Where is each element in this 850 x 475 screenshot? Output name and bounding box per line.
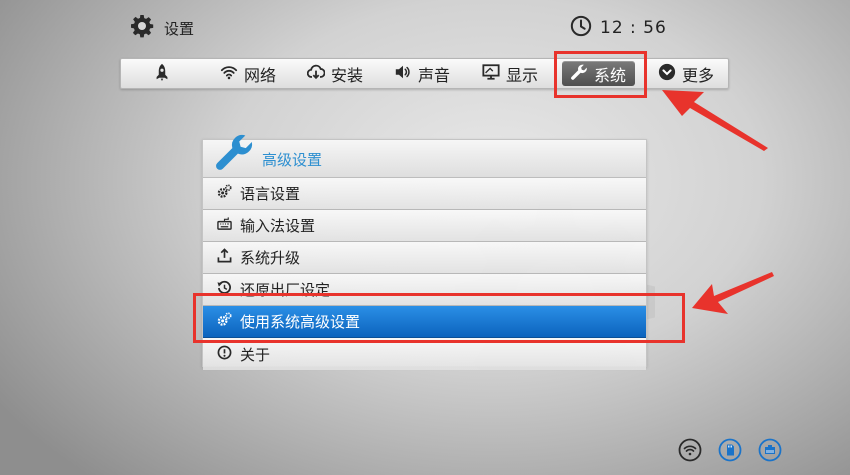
- panel-title: 高级设置: [262, 151, 323, 169]
- menu-item-language[interactable]: 语言设置: [203, 178, 646, 210]
- page-title: 设置: [164, 19, 195, 38]
- ethernet-icon: [758, 438, 782, 462]
- menu-item-factory-reset[interactable]: 还原出厂设定: [203, 274, 646, 306]
- menu-item-system-upgrade[interactable]: 系统升级: [203, 242, 646, 274]
- nav-item-network[interactable]: 网络: [220, 59, 276, 88]
- nav-item-label: 安装: [331, 65, 364, 85]
- wrench-icon: [570, 63, 588, 85]
- gear-icon: [130, 14, 154, 42]
- speaker-icon: [394, 63, 412, 85]
- cloud-download-icon: [306, 63, 326, 85]
- nav-item-sound[interactable]: 声音: [394, 59, 450, 88]
- wrench-icon: [213, 132, 255, 174]
- nav-item-label: 显示: [506, 65, 539, 85]
- menu-item-label: 输入法设置: [240, 217, 316, 235]
- wifi-icon: [220, 63, 238, 85]
- nav-item-label: 系统: [594, 65, 627, 85]
- nav-item-label: 更多: [682, 65, 715, 85]
- status-bar: [678, 438, 782, 462]
- nav-item-home[interactable]: [153, 59, 171, 88]
- menu-item-label: 系统升级: [240, 249, 301, 267]
- rocket-icon: [153, 63, 171, 85]
- nav-item-install[interactable]: 安装: [306, 59, 364, 88]
- settings-menu: 语言设置 输入法设置 系统升级 还原出厂设定 使用系统高级设置 关于: [203, 178, 646, 370]
- keyboard-icon: [217, 216, 232, 235]
- nav-item-display[interactable]: 显示: [482, 59, 538, 88]
- monitor-icon: [482, 63, 500, 85]
- chevron-down-circle-icon: [658, 63, 676, 85]
- clock-icon: [570, 15, 592, 42]
- gears-icon: [217, 312, 232, 331]
- nav-item-label: 声音: [418, 65, 451, 85]
- clock-time: 12 : 56: [600, 18, 667, 38]
- menu-item-about[interactable]: 关于: [203, 338, 646, 370]
- nav-item-more[interactable]: 更多: [658, 59, 714, 88]
- sd-card-icon: [718, 438, 742, 462]
- page-header: 设置: [130, 14, 194, 42]
- annotation-arrow-icon: [662, 90, 768, 151]
- clock: 12 : 56: [570, 14, 667, 42]
- wifi-status-icon: [678, 438, 702, 462]
- info-icon: [217, 345, 232, 364]
- gears-icon: [217, 184, 232, 203]
- restore-icon: [217, 280, 232, 299]
- menu-item-label: 语言设置: [240, 185, 301, 203]
- menu-item-label: 关于: [240, 345, 271, 364]
- menu-item-input-method[interactable]: 输入法设置: [203, 210, 646, 242]
- panel-header: 高级设置: [203, 134, 646, 178]
- upgrade-icon: [217, 248, 232, 267]
- menu-item-label: 使用系统高级设置: [240, 313, 361, 331]
- menu-item-label: 还原出厂设定: [240, 281, 331, 299]
- menu-item-advanced-system-settings[interactable]: 使用系统高级设置: [203, 306, 646, 338]
- top-nav-bar: 网络 安装 声音 显示 系统 更多: [120, 58, 729, 89]
- nav-item-system[interactable]: 系统: [562, 61, 636, 86]
- advanced-settings-panel: 高级设置 语言设置 输入法设置 系统升级 还原出厂设定 使用系统高级设置 关于: [202, 134, 647, 370]
- nav-item-label: 网络: [244, 65, 277, 85]
- annotation-arrow-icon: [692, 272, 774, 314]
